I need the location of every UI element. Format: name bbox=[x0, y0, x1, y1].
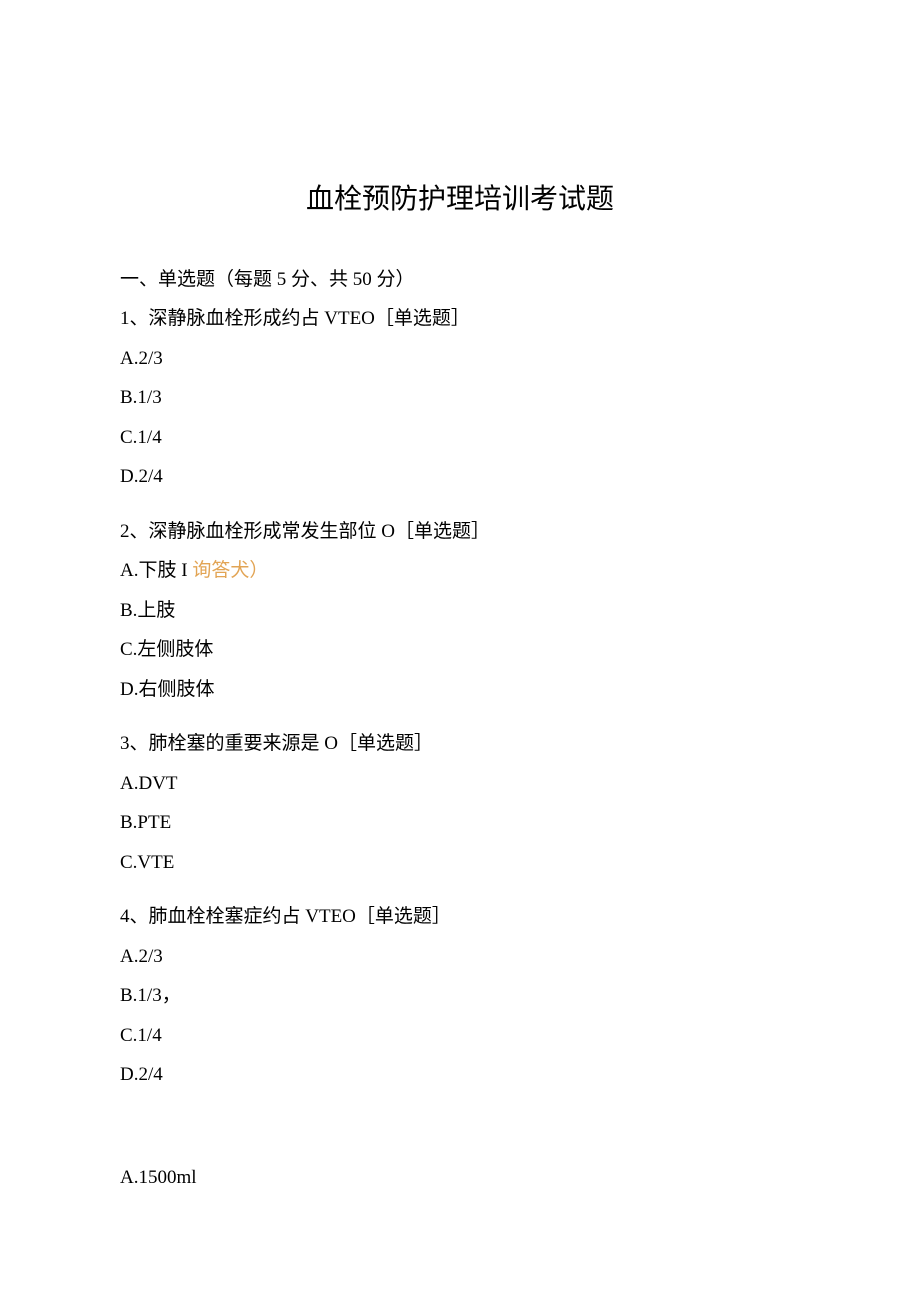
option-b: B.PTE bbox=[120, 809, 800, 838]
exam-page: 血栓预防护理培训考试题 一、单选题（每题 5 分、共 50 分） 1、深静脉血栓… bbox=[0, 0, 920, 1301]
option-b: B.上肢 bbox=[120, 597, 800, 626]
option-a: A.1500ml bbox=[120, 1164, 800, 1193]
option-d: D.2/4 bbox=[120, 463, 800, 492]
option-c: C.左侧肢体 bbox=[120, 636, 800, 665]
section-header: 一、单选题（每题 5 分、共 50 分） bbox=[120, 266, 800, 295]
option-c: C.1/4 bbox=[120, 424, 800, 453]
option-a: A.2/3 bbox=[120, 943, 800, 972]
option-d: D.2/4 bbox=[120, 1061, 800, 1090]
question-block: 1、深静脉血栓形成约占 VTEO［单选题］ A.2/3 B.1/3 C.1/4 … bbox=[120, 305, 800, 492]
option-b: B.1/3， bbox=[120, 982, 800, 1011]
option-a: A.2/3 bbox=[120, 345, 800, 374]
question-text: 3、肺栓塞的重要来源是 O［单选题］ bbox=[120, 730, 800, 759]
question-block: 2、深静脉血栓形成常发生部位 O［单选题］ A.下肢 I 询答犬） B.上肢 C… bbox=[120, 518, 800, 705]
question-text: 1、深静脉血栓形成约占 VTEO［单选题］ bbox=[120, 305, 800, 334]
answer-marker: 询答犬） bbox=[192, 560, 268, 581]
question-text: 2、深静脉血栓形成常发生部位 O［单选题］ bbox=[120, 518, 800, 547]
option-b: B.1/3 bbox=[120, 384, 800, 413]
question-text: 4、肺血栓栓塞症约占 VTEO［单选题］ bbox=[120, 903, 800, 932]
option-prefix: A.下肢 I bbox=[120, 560, 192, 581]
option-d: D.右侧肢体 bbox=[120, 676, 800, 705]
question-block-partial: A.1500ml bbox=[120, 1164, 800, 1193]
option-a: A.下肢 I 询答犬） bbox=[120, 557, 800, 586]
option-a: A.DVT bbox=[120, 770, 800, 799]
question-block: 4、肺血栓栓塞症约占 VTEO［单选题］ A.2/3 B.1/3， C.1/4 … bbox=[120, 903, 800, 1090]
option-c: C.1/4 bbox=[120, 1022, 800, 1051]
option-c: C.VTE bbox=[120, 849, 800, 878]
page-title: 血栓预防护理培训考试题 bbox=[120, 179, 800, 221]
question-block: 3、肺栓塞的重要来源是 O［单选题］ A.DVT B.PTE C.VTE bbox=[120, 730, 800, 877]
